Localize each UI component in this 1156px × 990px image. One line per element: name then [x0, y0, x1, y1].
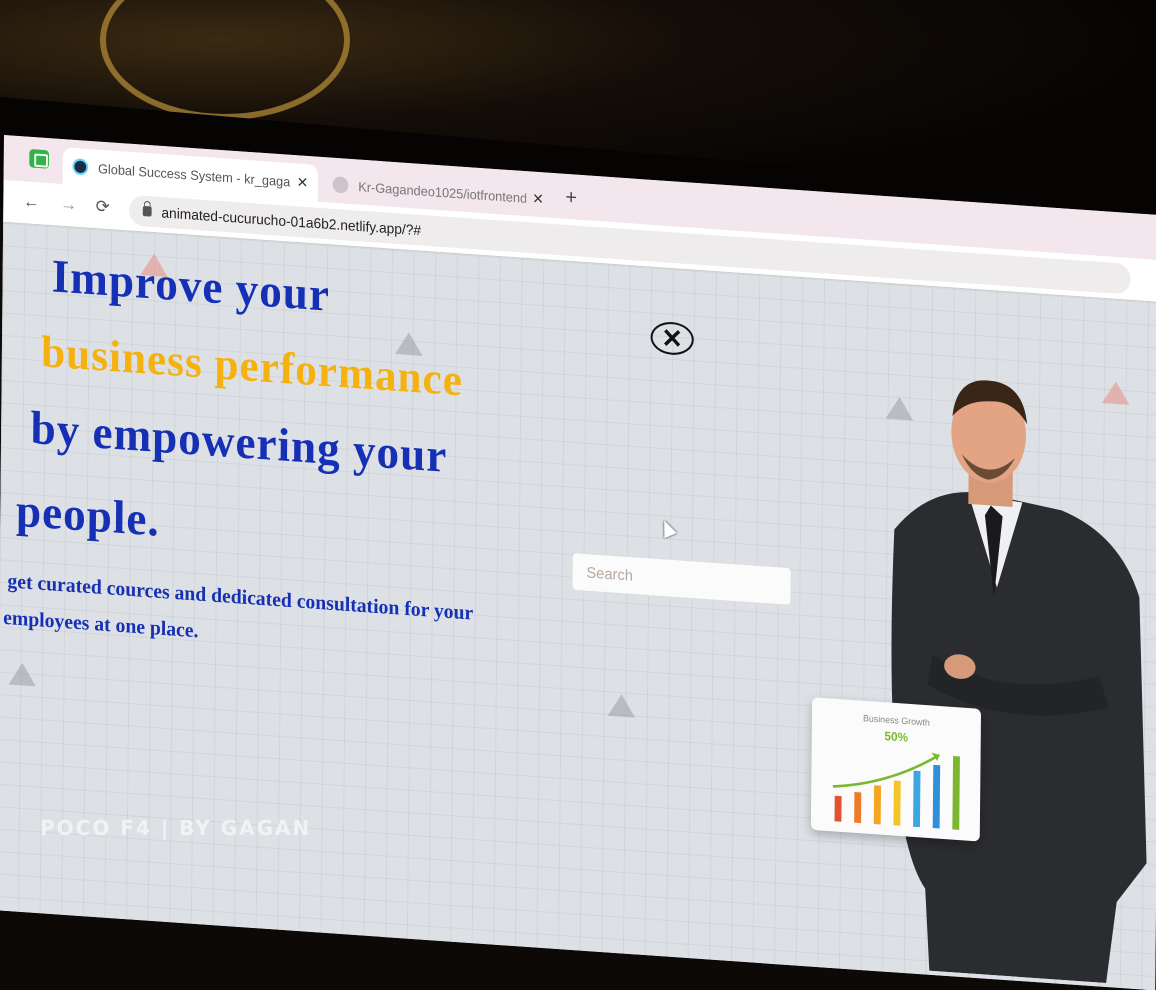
business-growth-card: Business Growth 50% — [810, 697, 982, 842]
hero-heading-line1: Improve your — [51, 249, 331, 321]
close-tab-icon[interactable]: ✕ — [297, 173, 309, 191]
reload-icon[interactable]: ⟳ — [96, 196, 110, 217]
react-icon — [72, 158, 89, 176]
decor-triangle — [607, 693, 636, 718]
lock-icon — [142, 205, 152, 217]
decor-triangle — [8, 662, 37, 687]
close-tab-icon[interactable]: ✕ — [532, 189, 544, 207]
laptop-screen: Global Success System - kr_gagan ✕ Kr-Ga… — [0, 135, 1156, 990]
back-icon[interactable]: ← — [23, 191, 40, 213]
landing-page: Improve your business performance by emp… — [0, 222, 1156, 990]
github-icon — [332, 176, 349, 194]
tab-search-icon[interactable] — [29, 149, 50, 169]
new-tab-button[interactable]: + — [565, 186, 577, 210]
search-input[interactable] — [571, 551, 792, 606]
lamp-reflection — [100, 0, 350, 120]
camera-watermark: POCO F4 | BY GAGAN — [40, 816, 312, 840]
url-text: animated-cucurucho-01a6b2.netlify.app/?# — [161, 204, 422, 239]
hero-subtext-line2: employees at one place. — [3, 606, 199, 643]
hero-heading-line3: by empowering your — [30, 401, 448, 483]
mouse-cursor-icon — [657, 517, 677, 539]
tab-title: Global Success System - kr_gagan — [97, 160, 291, 190]
close-icon[interactable]: ✕ — [650, 320, 694, 357]
tab-title: Kr-Gagandeo1025/iotfrontend: th — [358, 178, 527, 206]
businessman-image — [891, 380, 1147, 983]
growth-bar-chart — [832, 752, 960, 830]
hero-heading-line4: people. — [15, 483, 160, 546]
forward-icon[interactable]: → — [60, 194, 77, 216]
